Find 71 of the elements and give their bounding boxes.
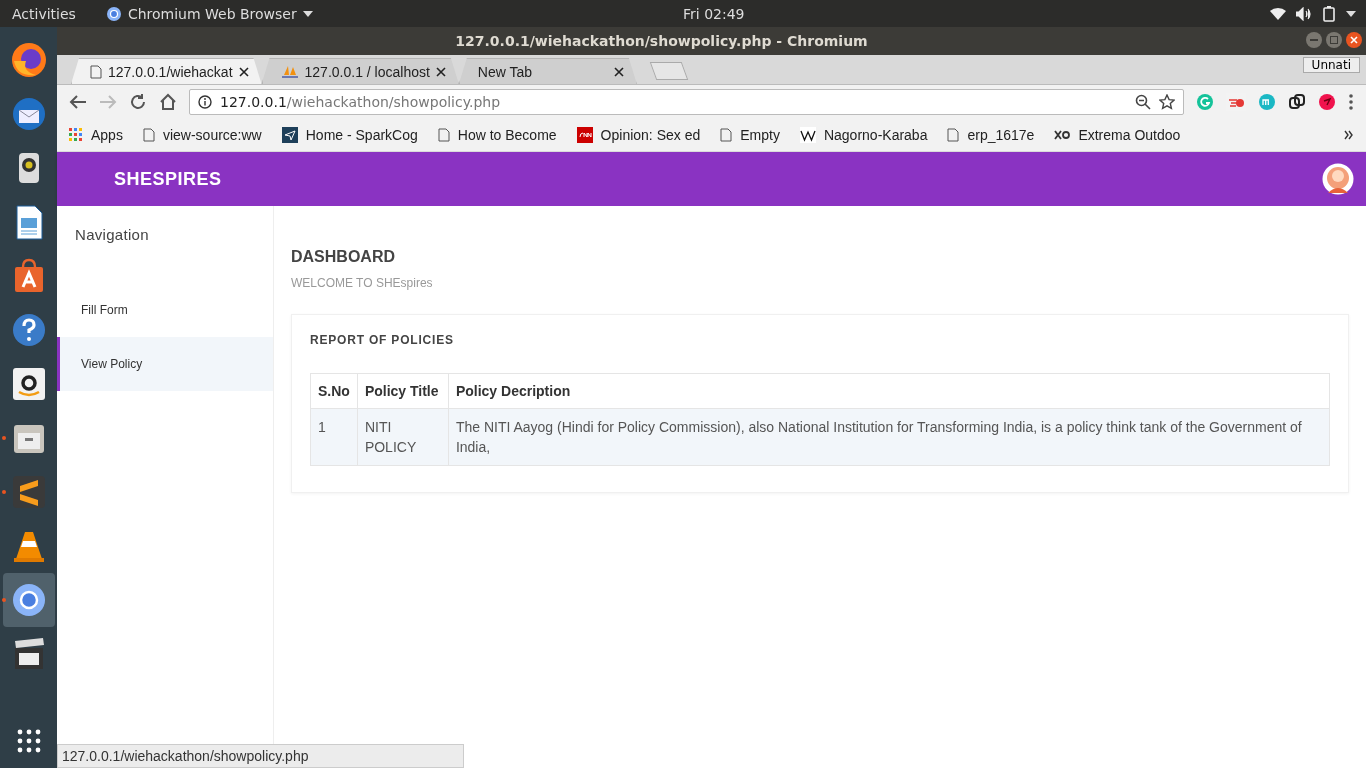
browser-tab[interactable]: New Tab: [458, 58, 637, 84]
browser-tab[interactable]: 127.0.0.1 / localhost: [261, 58, 459, 84]
profile-button[interactable]: Unnati: [1302, 57, 1360, 73]
status-bubble: 127.0.0.1/wiehackathon/showpolicy.php: [57, 744, 465, 768]
battery-icon[interactable]: [1322, 5, 1336, 22]
linked-squares-icon[interactable]: [1288, 93, 1306, 111]
bookmark[interactable]: How to Become: [437, 127, 557, 143]
bookmark[interactable]: Home - SparkCog: [281, 127, 418, 143]
home-icon[interactable]: [159, 93, 177, 111]
nav-item[interactable]: View Policy: [57, 337, 273, 391]
xo-icon: [1054, 129, 1071, 141]
menu-icon[interactable]: [1348, 93, 1354, 111]
page-icon: [90, 64, 102, 79]
activities-button[interactable]: Activities: [12, 5, 76, 22]
browser-tab[interactable]: 127.0.0.1/wiehackat: [71, 58, 262, 84]
bookmark[interactable]: Nagorno-Karaba: [799, 127, 928, 143]
app-menu[interactable]: Chromium Web Browser: [105, 5, 313, 22]
fox-globe-icon[interactable]: [9, 41, 48, 79]
close-icon[interactable]: [435, 66, 446, 77]
bookmark[interactable]: view-source:ww: [142, 127, 262, 143]
page-subheading: WELCOME TO SHEspires: [291, 276, 434, 290]
page-icon: [437, 128, 450, 142]
nav-heading: Navigation: [74, 226, 150, 245]
page-heading: DASHBOARD: [291, 248, 396, 266]
zoom-out-icon[interactable]: [1135, 94, 1151, 110]
app-grid-icon: [69, 128, 83, 142]
news-logo-icon: [576, 127, 593, 143]
caret-icon[interactable]: [1346, 10, 1356, 17]
brand-name[interactable]: SHESPIRES: [114, 168, 222, 190]
clock[interactable]: Fri 02:49: [683, 5, 745, 22]
volume-icon[interactable]: [1296, 6, 1312, 21]
minimize-icon: [1306, 32, 1322, 48]
maximize-icon: [1326, 32, 1342, 48]
bookmark[interactable]: Empty: [720, 127, 780, 143]
column-header: Policy Decription: [448, 373, 1330, 409]
column-header: Policy Title: [357, 373, 449, 409]
chevron-icon[interactable]: [1344, 130, 1354, 140]
bookmark[interactable]: Apps: [69, 127, 123, 143]
star-icon[interactable]: [1159, 94, 1175, 110]
nav-item[interactable]: Fill Form: [57, 283, 273, 337]
dock-item-highlight[interactable]: [2, 573, 55, 627]
column-header: S.No: [310, 373, 358, 409]
bookmark[interactable]: erp_1617e: [947, 127, 1035, 143]
window-title: 127.0.0.1/wiehackathon/showpolicy.php - Chromium: [455, 33, 868, 49]
sail-icon: [280, 64, 299, 79]
back-arrow-icon[interactable]: [69, 94, 87, 110]
bookmark[interactable]: Opinion: Sex ed: [576, 127, 701, 143]
address-bar[interactable]: 127.0.0.1/wiehackathon/showpolicy.php: [189, 89, 1184, 115]
close-button[interactable]: [1346, 32, 1362, 48]
avatar-icon[interactable]: [1322, 163, 1354, 195]
wifi-icon[interactable]: [1270, 6, 1286, 21]
page-icon: [720, 128, 733, 142]
table-cell: The NITI Aayog (Hindi for Policy Commission), also National Institution for Transforming India, is a policy think tank of the Government of India,: [448, 408, 1330, 466]
page-icon: [142, 128, 155, 142]
close-icon: [1346, 32, 1362, 48]
plane-icon: [281, 127, 298, 143]
reload-icon[interactable]: [129, 93, 147, 111]
table-cell: NITI POLICY: [357, 408, 449, 466]
w-glyph-icon: [799, 127, 816, 143]
card-title: REPORT OF POLICIES: [310, 333, 455, 347]
info-icon: [198, 95, 212, 109]
chromium-icon: [105, 5, 122, 22]
page-icon: [947, 128, 960, 142]
caret-icon: [302, 10, 313, 17]
app-grid-icon[interactable]: [15, 728, 42, 754]
bookmark[interactable]: Extrema Outdoo: [1054, 127, 1181, 143]
close-icon[interactable]: [613, 66, 624, 77]
plane-circle-icon[interactable]: [1318, 93, 1336, 111]
close-icon[interactable]: [238, 66, 249, 77]
minimize-button[interactable]: [1306, 32, 1322, 48]
table-cell: 1: [310, 408, 358, 466]
